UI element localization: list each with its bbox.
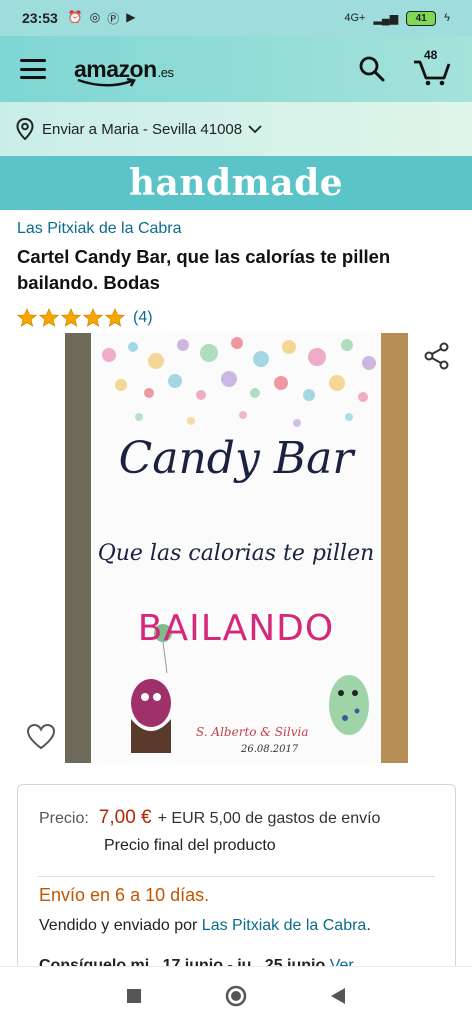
status-bar: 23:53 ⏰ ◎ Ⓟ ▶ 4G+ ▂▄▆ 41 ϟ (0, 0, 472, 36)
status-right: 4G+ ▂▄▆ 41 ϟ (344, 10, 450, 26)
shipping-cost: + EUR 5,00 de gastos de envío (157, 810, 381, 827)
poster-accent: BAILANDO (137, 608, 335, 649)
product-title: Cartel Candy Bar, que las calorías te pi… (17, 246, 391, 293)
delivery-time: Envío en 6 a 10 días. (39, 885, 210, 905)
sold-by: Vendido y enviado por Las Pitxiak de la … (39, 917, 371, 935)
charging-icon: ϟ (444, 12, 450, 24)
product-image[interactable]: Candy Bar Que las calorias te pillen BAI… (65, 333, 408, 763)
rating[interactable]: (4) (17, 308, 153, 328)
star-icon (83, 308, 103, 327)
star-icon (17, 308, 37, 327)
battery-icon: 41 (406, 10, 437, 26)
price-row: Precio: 7,00 € + EUR 5,00 de gastos de e… (39, 807, 380, 829)
poster-names: S. Alberto & Silvia (196, 725, 309, 739)
signal-bars-icon: ▂▄▆ (373, 12, 399, 25)
notification-icons: ⏰ ◎ Ⓟ ▶ (68, 10, 136, 27)
price-label: Precio: (39, 810, 89, 827)
poster: Candy Bar Que las calorias te pillen BAI… (91, 333, 381, 763)
divider (38, 876, 435, 877)
signal-icon: 4G+ (344, 12, 366, 24)
sold-by-prefix: Vendido y enviado por (39, 917, 198, 934)
back-button-icon[interactable] (330, 987, 346, 1005)
alarm-off-icon: ⏰ (67, 9, 83, 24)
location-pin-icon (16, 118, 34, 140)
cart-button[interactable]: 48 (412, 48, 452, 86)
buy-box: Precio: 7,00 € + EUR 5,00 de gastos de e… (17, 784, 456, 984)
poster-date: 26.08.2017 (241, 744, 299, 755)
home-button-icon[interactable] (224, 984, 248, 1008)
smile-arrow-icon (77, 77, 136, 87)
star-rating (17, 308, 125, 328)
app-header: amazon.es 48 (0, 36, 472, 102)
handmade-logo: handmade (128, 162, 344, 204)
chevron-down-icon (248, 124, 262, 133)
brand-link[interactable]: Las Pitxiak de la Cabra (17, 220, 182, 238)
cart-count: 48 (424, 48, 438, 62)
amazon-logo[interactable]: amazon.es (74, 56, 174, 87)
star-icon (39, 308, 59, 327)
delivery-location-bar[interactable]: Enviar a Maria - Sevilla 41008 (0, 102, 472, 156)
sync-icon: ◎ (89, 9, 101, 24)
share-icon[interactable] (424, 342, 450, 370)
star-icon (61, 308, 81, 327)
seller-link[interactable]: Las Pitxiak de la Cabra (202, 917, 367, 934)
rating-count[interactable]: (4) (133, 309, 153, 327)
poster-headline: Candy Bar (118, 433, 354, 484)
poster-subtitle: Que las calorias te pillen (97, 541, 375, 566)
wishlist-heart-icon[interactable] (26, 723, 56, 751)
sold-by-suffix: . (366, 917, 371, 934)
hamburger-menu-icon[interactable] (20, 59, 46, 79)
location-text: Enviar a Maria - Sevilla 41008 (42, 120, 243, 138)
price-value: 7,00 € (98, 807, 152, 828)
final-price-note: Precio final del producto (104, 837, 276, 854)
search-icon[interactable] (358, 55, 386, 83)
system-nav-bar (0, 966, 472, 1024)
youtube-icon: ▶ (126, 9, 136, 24)
star-icon (105, 308, 125, 327)
recents-button-icon[interactable] (126, 988, 142, 1004)
status-time: 23:53 (22, 10, 58, 26)
pinterest-icon: Ⓟ (107, 11, 120, 26)
handmade-banner[interactable]: handmade (0, 156, 472, 210)
